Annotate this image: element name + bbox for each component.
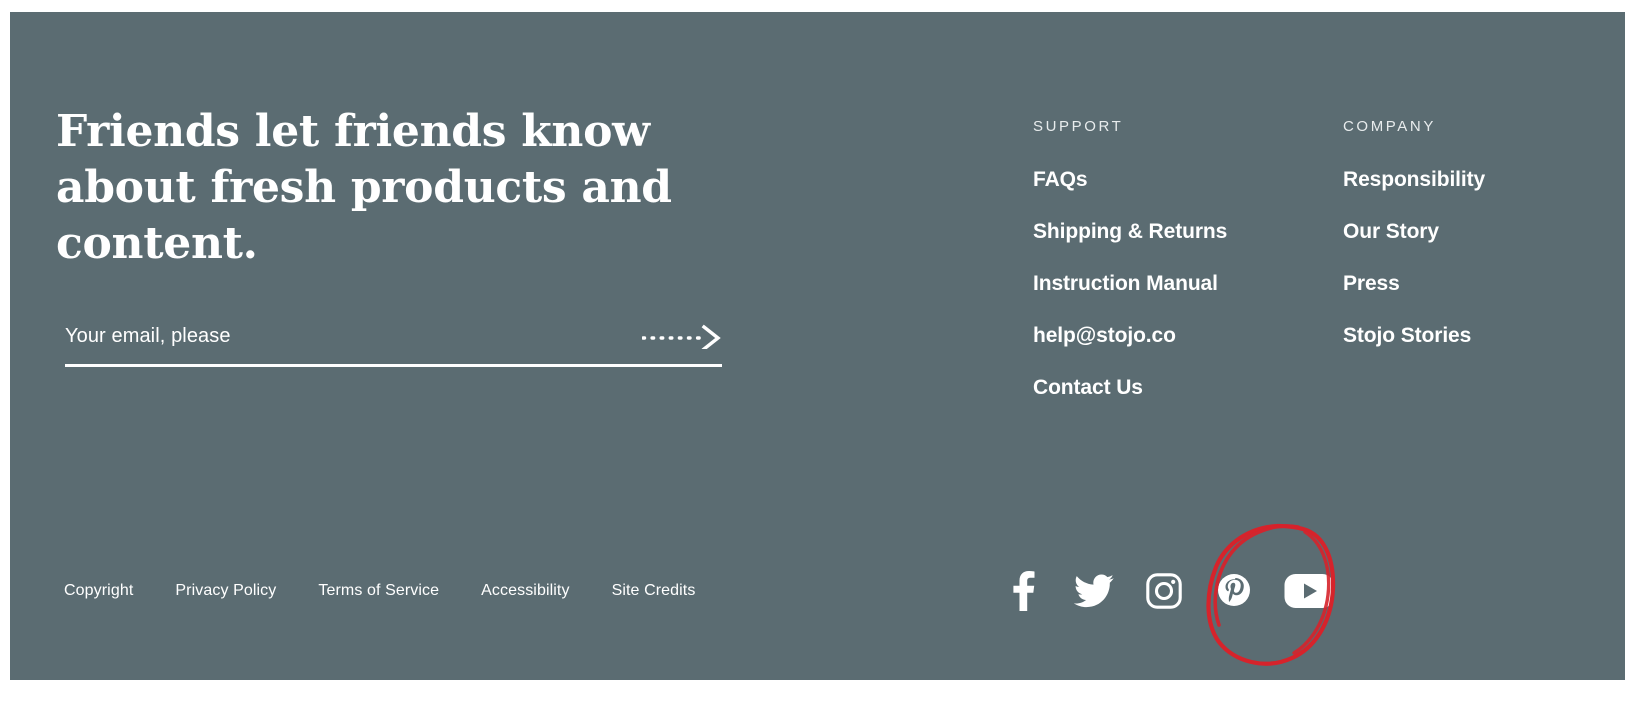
footer-link-instruction-manual[interactable]: Instruction Manual [1033,272,1227,296]
twitter-icon [1074,574,1114,608]
footer-link-shipping-returns[interactable]: Shipping & Returns [1033,220,1227,244]
legal-link-site-credits[interactable]: Site Credits [612,582,696,600]
legal-link-terms-of-service[interactable]: Terms of Service [318,582,439,600]
screenshot-root: Friends let friends know about fresh pro… [0,0,1648,722]
footer-column-support: SUPPORT FAQs Shipping & Returns Instruct… [1033,118,1227,400]
social-link-youtube[interactable] [1283,570,1335,612]
newsletter-form [65,314,722,367]
newsletter-input-underline [65,364,722,367]
footer-link-stojo-stories[interactable]: Stojo Stories [1343,324,1485,348]
footer-social-links [1003,570,1335,612]
footer-column-heading-support: SUPPORT [1033,118,1124,135]
legal-link-accessibility[interactable]: Accessibility [481,582,569,600]
legal-link-copyright[interactable]: Copyright [64,582,133,600]
newsletter-submit-button[interactable] [640,321,722,351]
legal-link-privacy-policy[interactable]: Privacy Policy [175,582,276,600]
footer-legal-links: Copyright Privacy Policy Terms of Servic… [64,582,695,600]
newsletter-signup-block: Friends let friends know about fresh pro… [56,104,756,367]
youtube-icon [1284,574,1334,608]
email-input[interactable] [65,321,605,351]
social-link-facebook[interactable] [1003,570,1045,612]
footer-link-press[interactable]: Press [1343,272,1485,296]
footer-column-heading-company: COMPANY [1343,118,1436,135]
pinterest-icon [1218,574,1250,606]
dotted-arrow-right-icon [642,324,721,349]
footer-column-company: COMPANY Responsibility Our Story Press S… [1343,118,1485,348]
instagram-icon [1146,573,1182,609]
newsletter-heading: Friends let friends know about fresh pro… [56,106,672,269]
footer-link-faqs[interactable]: FAQs [1033,168,1227,192]
footer-link-help-email[interactable]: help@stojo.co [1033,324,1227,348]
social-link-instagram[interactable] [1143,570,1185,612]
newsletter-input-row [65,314,722,358]
social-link-twitter[interactable] [1073,570,1115,612]
footer-link-responsibility[interactable]: Responsibility [1343,168,1485,192]
footer-link-our-story[interactable]: Our Story [1343,220,1485,244]
social-link-pinterest[interactable] [1213,570,1255,612]
facebook-icon [1013,571,1035,611]
site-footer: Friends let friends know about fresh pro… [10,12,1625,680]
footer-link-contact-us[interactable]: Contact Us [1033,376,1227,400]
